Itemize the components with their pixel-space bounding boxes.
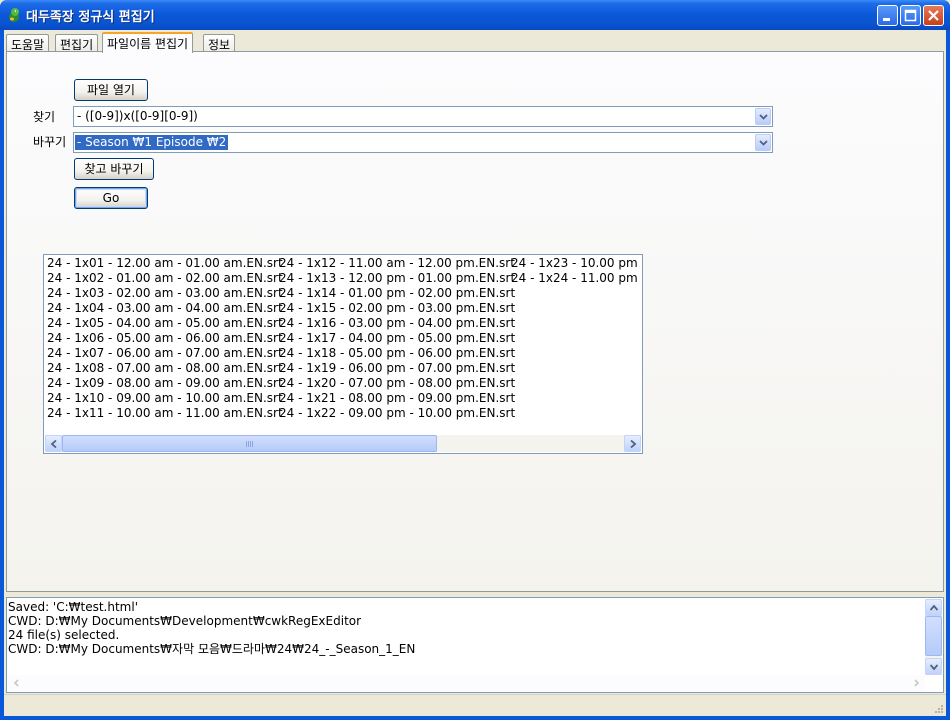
log-output[interactable]: Saved: 'C:₩test.html' CWD: D:₩My Documen… <box>6 597 944 693</box>
log-vscrollbar[interactable] <box>925 599 942 675</box>
list-item[interactable]: 24 - 1x19 - 06.00 pm - 07.00 pm.EN.srt <box>277 361 515 376</box>
tab-filename-editor[interactable]: 파일이름 편집기 <box>102 32 194 53</box>
resize-grip-icon[interactable] <box>932 702 944 714</box>
list-item[interactable]: 24 - 1x21 - 08.00 pm - 09.00 pm.EN.srt <box>277 391 515 406</box>
list-item[interactable]: 24 - 1x03 - 02.00 am - 03.00 am.EN.srt <box>45 286 283 301</box>
replace-dropdown-button[interactable] <box>755 134 771 151</box>
log-lines: Saved: 'C:₩test.html' CWD: D:₩My Documen… <box>8 600 415 656</box>
close-icon <box>928 10 939 21</box>
app-icon <box>9 8 19 22</box>
file-column-1: 24 - 1x01 - 12.00 am - 01.00 am.EN.srt 2… <box>45 256 283 421</box>
tab-info[interactable]: 정보 <box>203 34 236 52</box>
list-item[interactable]: 24 - 1x14 - 01.00 pm - 02.00 pm.EN.srt <box>277 286 515 301</box>
tab-editor[interactable]: 편집기 <box>55 34 99 52</box>
list-item[interactable]: 24 - 1x15 - 02.00 pm - 03.00 pm.EN.srt <box>277 301 515 316</box>
list-item[interactable]: 24 - 1x09 - 08.00 am - 09.00 am.EN.srt <box>45 376 283 391</box>
find-combobox[interactable]: - ([0-9])x([0-9][0-9]) <box>73 106 773 127</box>
chevron-right-icon <box>914 679 920 687</box>
list-item[interactable]: 24 - 1x13 - 12.00 pm - 01.00 pm.EN.srt <box>277 271 515 286</box>
log-line: CWD: D:₩My Documents₩자막 모음₩드라마₩24₩24_-_S… <box>8 642 416 656</box>
chevron-up-icon <box>930 604 938 611</box>
close-button[interactable] <box>923 5 944 26</box>
log-hscrollbar <box>8 675 925 691</box>
maximize-icon <box>904 9 917 22</box>
go-button[interactable]: Go <box>74 187 148 209</box>
chevron-right-icon <box>630 440 637 448</box>
scroll-up-button[interactable] <box>925 599 942 616</box>
find-label: 찾기 <box>33 110 56 124</box>
list-item[interactable]: 24 - 1x06 - 05.00 am - 06.00 am.EN.srt <box>45 331 283 346</box>
list-item[interactable]: 24 - 1x08 - 07.00 am - 08.00 am.EN.srt <box>45 361 283 376</box>
list-item[interactable]: 24 - 1x18 - 05.00 pm - 06.00 pm.EN.srt <box>277 346 515 361</box>
scroll-down-button[interactable] <box>925 658 942 675</box>
file-list-hscrollbar[interactable] <box>45 435 641 452</box>
list-item[interactable]: 24 - 1x07 - 06.00 am - 07.00 am.EN.srt <box>45 346 283 361</box>
replace-label: 바꾸기 <box>33 135 67 149</box>
list-item[interactable]: 24 - 1x02 - 01.00 am - 02.00 am.EN.srt <box>45 271 283 286</box>
title-bar[interactable]: 대두족장 정규식 편집기 <box>0 0 950 30</box>
replace-combobox[interactable]: - Season ₩1 Episode ₩2 <box>73 132 773 153</box>
file-list[interactable]: 24 - 1x01 - 12.00 am - 01.00 am.EN.srt 2… <box>43 254 643 454</box>
open-file-button[interactable]: 파일 열기 <box>74 79 148 101</box>
chevron-left-icon <box>13 679 19 687</box>
list-item[interactable]: 24 - 1x17 - 04.00 pm - 05.00 pm.EN.srt <box>277 331 515 346</box>
log-line: 24 file(s) selected. <box>8 628 120 642</box>
minimize-button[interactable] <box>877 5 898 26</box>
list-item[interactable]: 24 - 1x01 - 12.00 am - 01.00 am.EN.srt <box>45 256 283 271</box>
minimize-icon <box>883 18 890 21</box>
client-area: 도움말 편집기 파일이름 편집기 정보 파일 열기 찾기 - ([0-9])x(… <box>4 30 946 716</box>
find-dropdown-button[interactable] <box>755 108 771 125</box>
file-column-2: 24 - 1x12 - 11.00 am - 12.00 pm.EN.srt 2… <box>277 256 515 421</box>
log-line: Saved: 'C:₩test.html' <box>8 600 139 614</box>
find-replace-button[interactable]: 찾고 바꾸기 <box>74 158 154 180</box>
app-window: 대두족장 정규식 편집기 도움말 편집기 파일이름 편집기 정보 파일 열기 찾… <box>0 0 950 720</box>
list-item[interactable]: 24 - 1x10 - 09.00 am - 10.00 am.EN.srt <box>45 391 283 406</box>
list-item[interactable]: 24 - 1x20 - 07.00 pm - 08.00 pm.EN.srt <box>277 376 515 391</box>
replace-value[interactable]: - Season ₩1 Episode ₩2 <box>75 135 229 150</box>
scroll-thumb[interactable] <box>62 435 437 452</box>
list-item[interactable]: 24 - 1x16 - 03.00 pm - 04.00 pm.EN.srt <box>277 316 515 331</box>
scroll-left-button[interactable] <box>45 435 62 452</box>
list-item[interactable]: 24 - 1x11 - 10.00 am - 11.00 am.EN.srt <box>45 406 283 421</box>
chevron-down-icon <box>759 114 768 120</box>
list-item[interactable]: 24 - 1x12 - 11.00 am - 12.00 pm.EN.srt <box>277 256 515 271</box>
list-item[interactable]: 24 - 1x23 - 10.00 pm - <box>509 256 642 271</box>
list-item[interactable]: 24 - 1x22 - 09.00 pm - 10.00 pm.EN.srt <box>277 406 515 421</box>
status-bar <box>4 694 946 716</box>
tab-help[interactable]: 도움말 <box>6 34 50 52</box>
find-value[interactable]: - ([0-9])x([0-9][0-9]) <box>75 109 200 124</box>
chevron-down-icon <box>759 140 768 146</box>
log-line: CWD: D:₩My Documents₩Development₩cwkRegE… <box>8 614 362 628</box>
window-title: 대두족장 정규식 편집기 <box>26 10 155 25</box>
chevron-down-icon <box>930 664 938 671</box>
log-scroll-thumb[interactable] <box>925 616 942 656</box>
chevron-left-icon <box>50 440 57 448</box>
list-item[interactable]: 24 - 1x05 - 04.00 am - 05.00 am.EN.srt <box>45 316 283 331</box>
list-item[interactable]: 24 - 1x24 - 11.00 pm - <box>509 271 642 286</box>
file-column-3: 24 - 1x23 - 10.00 pm - 24 - 1x24 - 11.00… <box>509 256 642 286</box>
list-item[interactable]: 24 - 1x04 - 03.00 am - 04.00 am.EN.srt <box>45 301 283 316</box>
maximize-button[interactable] <box>900 5 921 26</box>
scroll-right-button[interactable] <box>624 435 641 452</box>
filename-editor-panel: 파일 열기 찾기 - ([0-9])x([0-9][0-9]) 바꾸기 - Se… <box>6 51 944 592</box>
